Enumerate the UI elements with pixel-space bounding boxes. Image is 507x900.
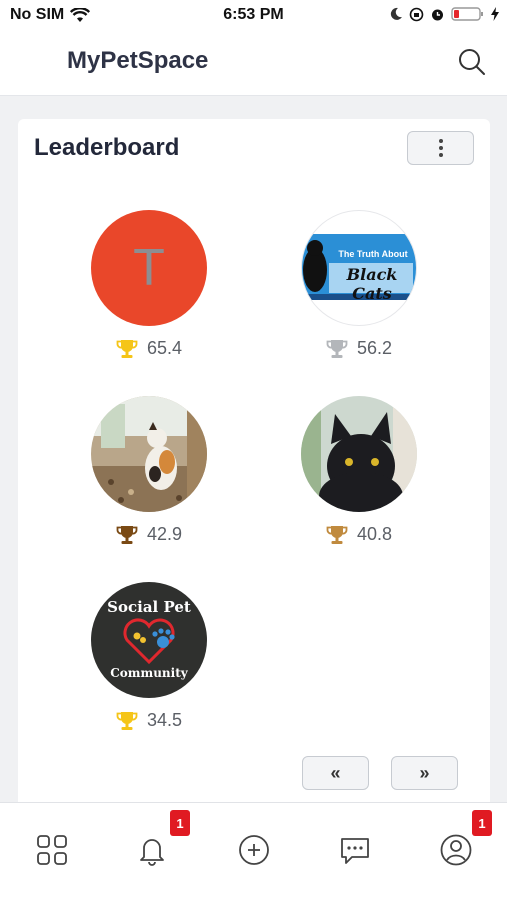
score-row: 40.8 xyxy=(289,524,429,545)
nav-notifications[interactable] xyxy=(135,833,169,867)
thumbnail-headline: Black Cats xyxy=(346,265,398,303)
bronze-trophy-icon xyxy=(326,525,348,544)
score-row: 56.2 xyxy=(289,338,429,359)
kebab-dot xyxy=(438,153,443,157)
gold-trophy-icon xyxy=(116,339,138,358)
kebab-dot xyxy=(438,146,443,150)
score-row: 42.9 xyxy=(79,524,219,545)
nav-add[interactable] xyxy=(237,833,271,867)
nav-profile[interactable] xyxy=(439,833,473,867)
heart-paw-logo-icon xyxy=(123,618,175,665)
next-page-button[interactable]: » xyxy=(391,756,458,790)
moon-icon xyxy=(390,7,402,20)
score-value: 40.8 xyxy=(356,524,393,544)
search-icon xyxy=(459,49,485,75)
avatar[interactable] xyxy=(91,396,207,512)
status-right xyxy=(389,6,499,22)
leaderboard-card: Leaderboard T 65.4 The Truth About Black… xyxy=(18,119,490,809)
kebab-menu-icon xyxy=(438,139,443,143)
gold-trophy-icon xyxy=(116,711,138,730)
status-bar: No SIM 6:53 PM xyxy=(0,0,507,30)
black-cat-photo xyxy=(301,396,417,512)
double-chevron-left-icon: « xyxy=(330,762,341,783)
grid-icon xyxy=(37,835,67,865)
calico-cat-photo xyxy=(91,396,207,512)
nav-apps[interactable] xyxy=(35,833,69,867)
thumbnail-caption: The Truth About xyxy=(338,249,408,259)
avatar[interactable]: T xyxy=(91,210,207,326)
app-header: MyPetSpace xyxy=(0,30,507,96)
logo-text-bottom: Community xyxy=(110,666,188,680)
leaderboard-title: Leaderboard xyxy=(34,134,180,161)
score-value: 65.4 xyxy=(146,338,183,358)
previous-page-button[interactable]: « xyxy=(302,756,369,790)
bronze-trophy-icon xyxy=(116,525,138,544)
avatar[interactable] xyxy=(301,396,417,512)
search-button[interactable] xyxy=(457,47,487,77)
charging-icon xyxy=(491,7,499,21)
avatar-initial: T xyxy=(133,239,165,297)
rotation-lock-icon xyxy=(409,7,424,21)
score-row: 65.4 xyxy=(79,338,219,359)
silver-trophy-icon xyxy=(326,339,348,358)
leaderboard-menu-button[interactable] xyxy=(407,131,474,165)
avatar[interactable]: Social Pet Community xyxy=(91,582,207,698)
plus-circle-icon xyxy=(239,835,269,865)
notification-badge: 1 xyxy=(170,810,190,836)
battery-icon xyxy=(451,7,483,21)
avatar[interactable]: The Truth About Black Cats xyxy=(301,210,417,326)
app-title: MyPetSpace xyxy=(67,47,209,74)
bell-icon xyxy=(140,839,164,866)
bottom-navigation: 1 1 xyxy=(0,802,507,900)
profile-badge: 1 xyxy=(472,810,492,836)
score-value: 42.9 xyxy=(146,524,183,544)
user-circle-icon xyxy=(440,834,472,866)
nav-messages[interactable] xyxy=(338,833,372,867)
double-chevron-right-icon: » xyxy=(419,762,430,783)
score-value: 34.5 xyxy=(146,710,183,730)
score-row: 34.5 xyxy=(79,710,219,731)
score-value: 56.2 xyxy=(356,338,393,358)
chat-bubble-icon xyxy=(341,838,369,864)
alarm-icon xyxy=(432,9,443,20)
